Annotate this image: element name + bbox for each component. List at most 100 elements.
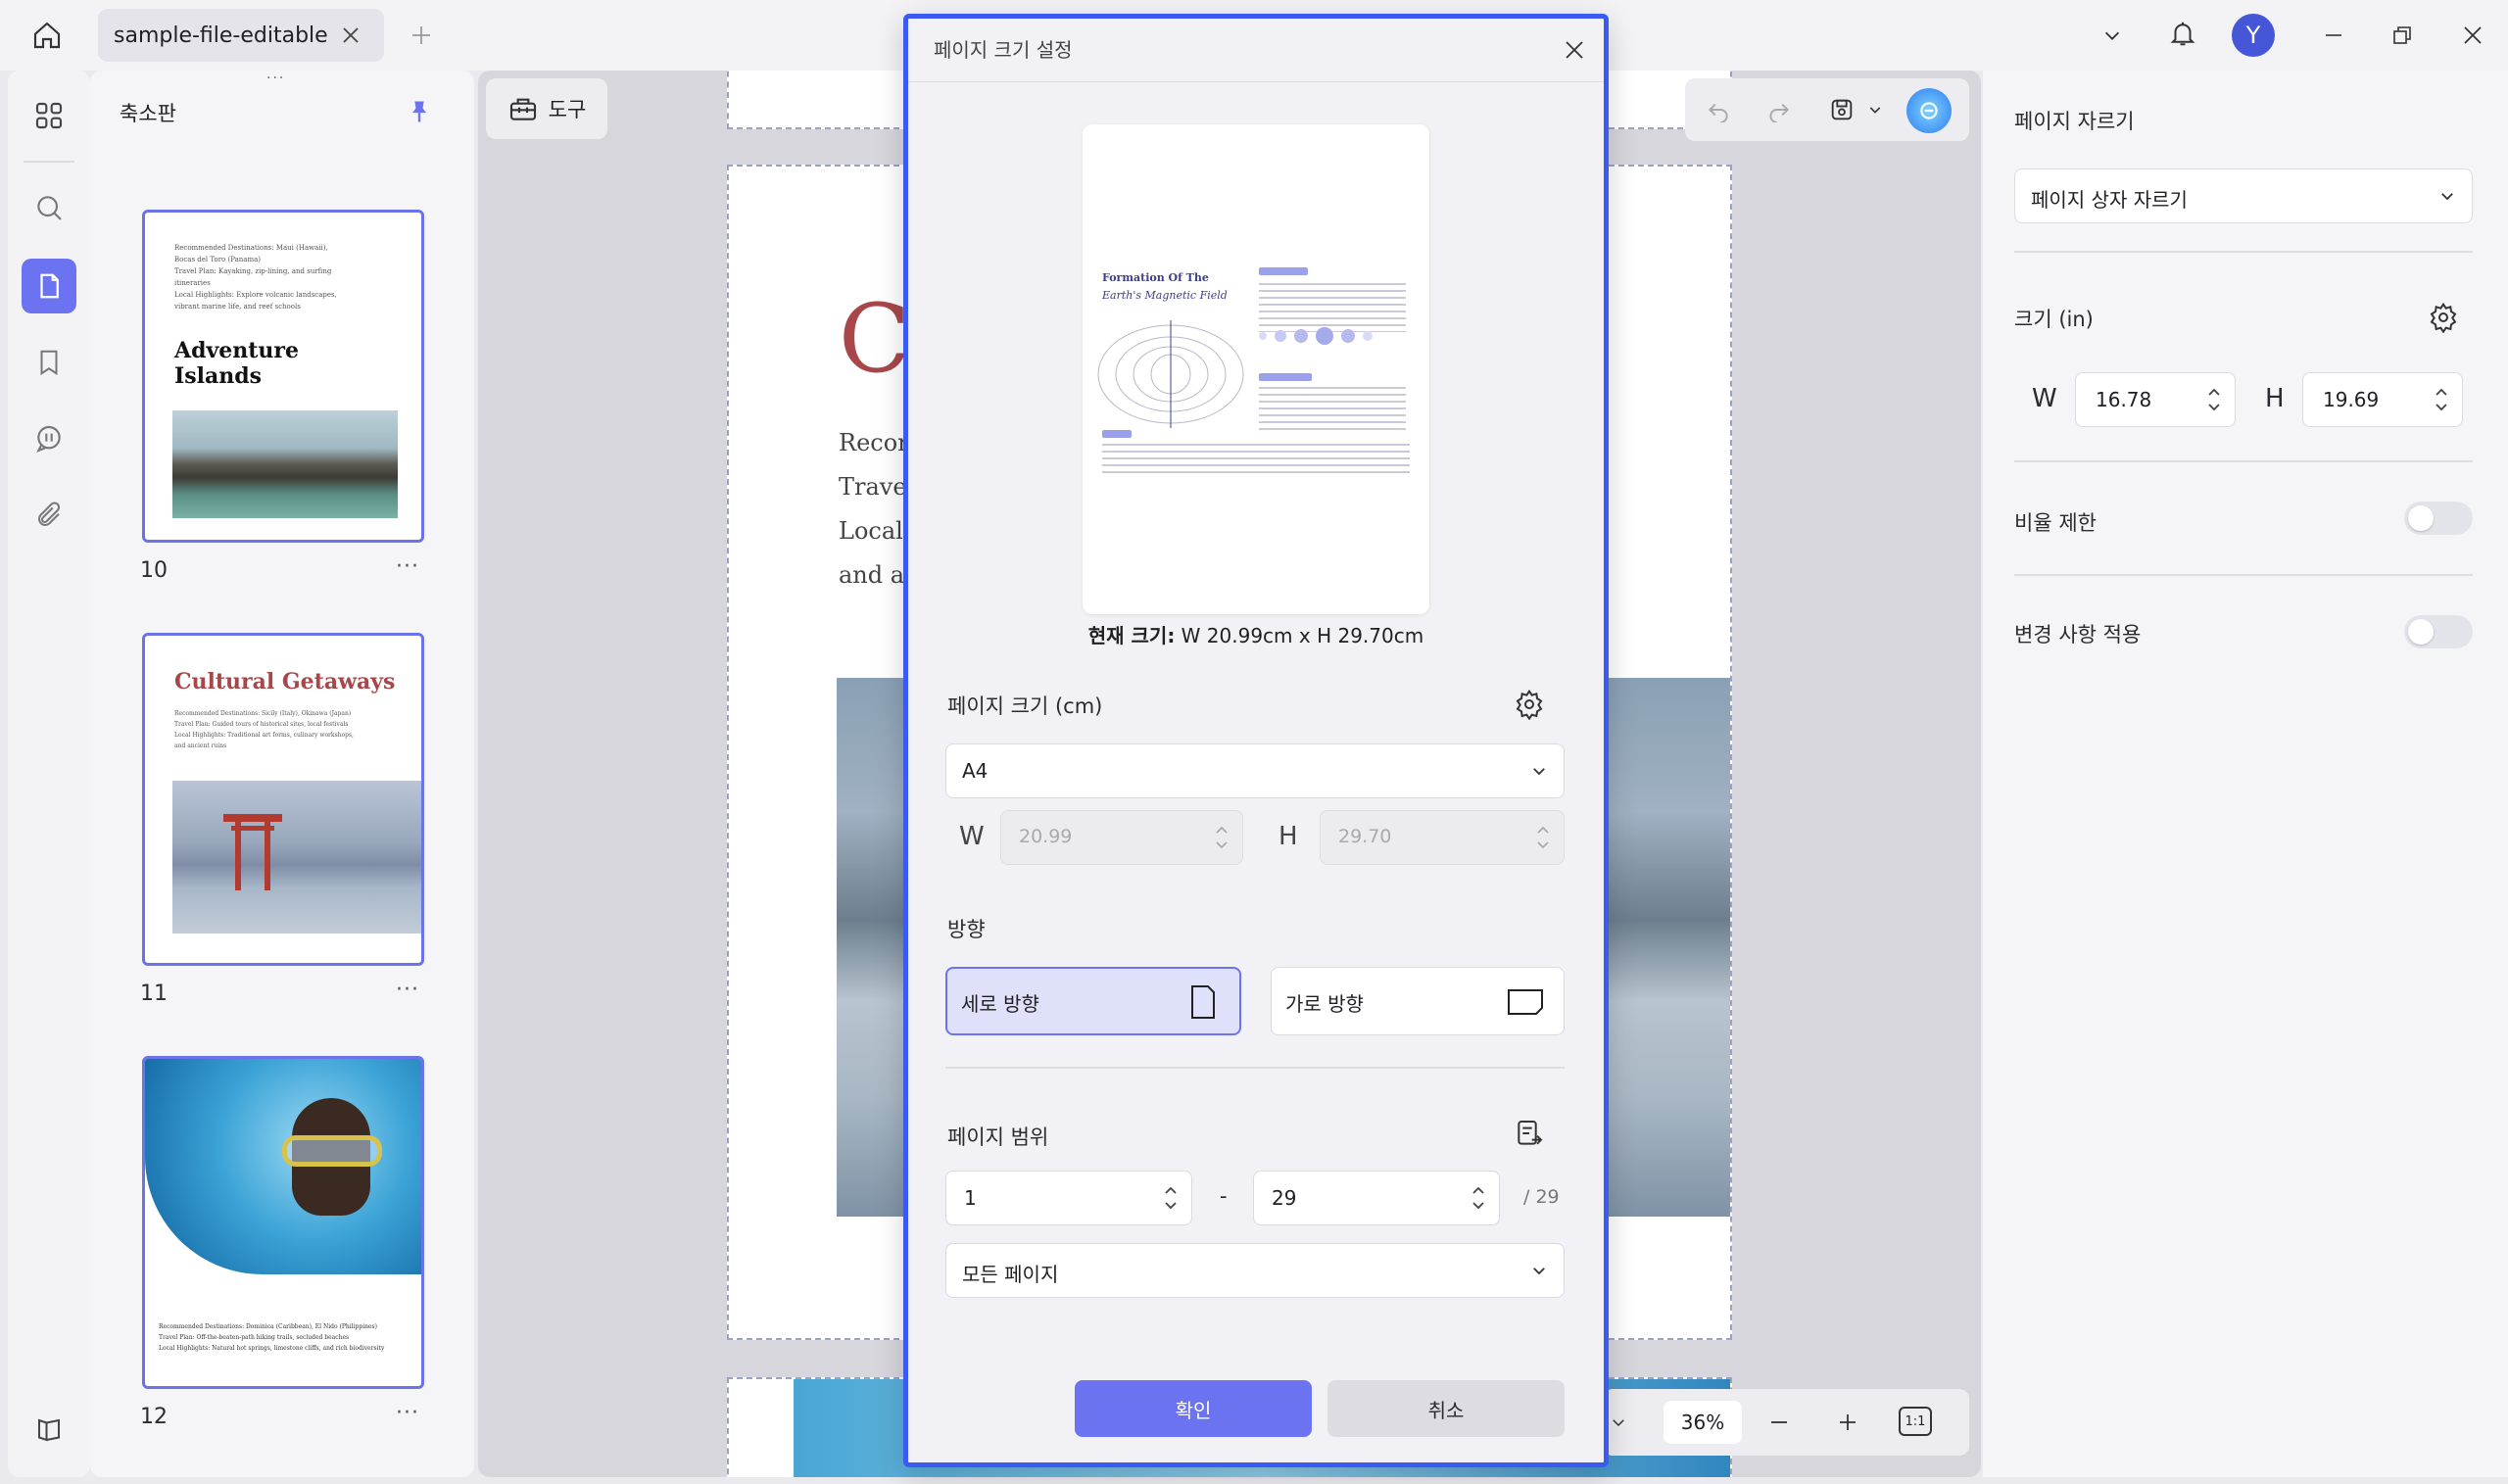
size-settings-gear-icon[interactable]	[2424, 298, 2463, 337]
minimize-icon[interactable]	[2314, 18, 2353, 53]
zoom-in-icon[interactable]	[1830, 1405, 1865, 1440]
tools-button[interactable]: 도구	[486, 78, 607, 139]
drag-handle[interactable]: ···	[266, 72, 296, 85]
page-range-mode-select[interactable]: 모든 페이지	[945, 1243, 1565, 1298]
ratio-lock-label: 비율 제한	[2014, 511, 2097, 535]
range-total: / 29	[1523, 1186, 1560, 1208]
preview-dots	[1259, 326, 1406, 346]
page-more-button[interactable]: ···	[396, 554, 419, 579]
stepper-icon[interactable]	[2435, 385, 2448, 414]
height-input[interactable]: 19.69	[2302, 372, 2463, 427]
chevron-down-icon[interactable]	[2095, 18, 2130, 53]
page-number-11: 11	[140, 981, 168, 1006]
page-preview: Formation Of The Earth's Magnetic Field	[1083, 124, 1429, 614]
confirm-button[interactable]: 확인	[1075, 1380, 1312, 1437]
page-range-icon[interactable]	[1510, 1114, 1549, 1153]
stepper-icon[interactable]	[2207, 385, 2221, 414]
range-from-input[interactable]: 1	[945, 1171, 1192, 1225]
page-size-select[interactable]: A4	[945, 743, 1565, 798]
pin-icon[interactable]	[400, 92, 439, 131]
thumbnail-heading: Cultural Getaways	[174, 669, 396, 694]
height-label: H	[1278, 822, 1298, 851]
apply-changes-toggle[interactable]	[2404, 615, 2473, 648]
divider	[2014, 251, 2473, 253]
thumbnail-photo	[145, 1059, 421, 1274]
thumbnail-page-11[interactable]: Cultural Getaways Recommended Destinatio…	[142, 633, 424, 966]
apps-grid-icon[interactable]	[24, 90, 74, 141]
zoom-dropdown-chevron-icon[interactable]	[1605, 1409, 1632, 1436]
thumbnail-text: Recommended Destinations: Sicily (Italy)…	[174, 710, 354, 749]
preview-text-block	[1102, 444, 1410, 473]
range-to-value: 29	[1272, 1186, 1297, 1210]
thumbnail-panel-title: 축소판	[120, 102, 176, 125]
close-window-icon[interactable]	[2453, 18, 2492, 53]
page-size-dialog: 페이지 크기 설정 Formation Of The Earth's Magne…	[903, 14, 1609, 1467]
preview-text-block	[1259, 283, 1406, 332]
new-tab-icon[interactable]	[406, 20, 437, 51]
landscape-option[interactable]: 가로 방향	[1271, 967, 1565, 1035]
magnetic-field-diagram	[1097, 320, 1244, 428]
actual-size-button[interactable]: 1:1	[1899, 1407, 1932, 1436]
height-input[interactable]: 29.70	[1320, 810, 1565, 865]
undo-icon[interactable]	[1701, 92, 1736, 127]
pages-icon[interactable]	[22, 259, 76, 313]
thumbnail-text: Recommended Destinations: Maui (Hawaii),…	[174, 244, 337, 311]
layout-toggle-icon[interactable]	[24, 1405, 74, 1456]
close-tab-icon[interactable]	[337, 22, 364, 49]
home-icon[interactable]	[27, 16, 67, 55]
thumbnail-photo	[172, 781, 421, 933]
page-more-button[interactable]: ···	[396, 1401, 419, 1425]
stepper-icon[interactable]	[1164, 1183, 1178, 1213]
search-icon[interactable]	[24, 182, 74, 233]
save-options-chevron-icon[interactable]	[1863, 98, 1887, 121]
zoom-out-icon[interactable]	[1761, 1405, 1797, 1440]
left-tool-bar	[8, 71, 90, 1477]
attachment-icon[interactable]	[24, 490, 74, 541]
document-tab[interactable]: sample-file-editable	[98, 9, 384, 62]
stepper-icon[interactable]	[1471, 1183, 1485, 1213]
width-value: 20.99	[1019, 826, 1073, 847]
thumbnail-photo	[172, 410, 398, 518]
size-title: 크기 (in)	[2014, 308, 2094, 331]
cancel-button[interactable]: 취소	[1327, 1380, 1565, 1437]
width-input[interactable]: 20.99	[1000, 810, 1243, 865]
edit-toolbar	[1685, 78, 1969, 141]
width-label: W	[2032, 384, 2057, 413]
page-more-button[interactable]: ···	[396, 978, 419, 1002]
page-body-text: Recor Trave Local and a	[839, 429, 909, 589]
close-dialog-icon[interactable]	[1555, 30, 1594, 70]
page-range-mode-value: 모든 페이지	[962, 1263, 1059, 1286]
divider	[24, 161, 74, 163]
thumbnail-page-10[interactable]: Recommended Destinations: Maui (Hawaii),…	[142, 210, 424, 543]
stepper-icon[interactable]	[1215, 823, 1229, 852]
preview-text-block	[1259, 387, 1406, 432]
orientation-label: 방향	[947, 918, 986, 941]
confirm-label: 확인	[1175, 1398, 1212, 1422]
page-range-label: 페이지 범위	[947, 1125, 1049, 1149]
portrait-option[interactable]: 세로 방향	[945, 967, 1241, 1035]
page-size-settings-gear-icon[interactable]	[1510, 685, 1549, 724]
cancel-label: 취소	[1427, 1398, 1465, 1422]
width-input[interactable]: 16.78	[2075, 372, 2236, 427]
ratio-lock-toggle[interactable]	[2404, 502, 2473, 535]
stepper-icon[interactable]	[1536, 823, 1550, 852]
range-to-input[interactable]: 29	[1253, 1171, 1500, 1225]
restore-icon[interactable]	[2383, 18, 2422, 53]
comment-icon[interactable]	[24, 413, 74, 464]
zoom-bar: 36% 1:1	[1603, 1389, 1969, 1456]
divider	[2014, 574, 2473, 576]
crop-mode-select[interactable]: 페이지 상자 자르기	[2014, 168, 2473, 223]
bell-icon[interactable]	[2163, 14, 2202, 53]
chevron-down-icon	[1533, 1268, 1545, 1275]
chevron-down-icon	[1533, 768, 1545, 776]
avatar[interactable]: Y	[2232, 14, 2275, 57]
thumbnail-page-12[interactable]: Recommended Destinations: Dominica (Cari…	[142, 1056, 424, 1389]
ai-assistant-icon[interactable]	[1906, 88, 1952, 133]
tools-label: 도구	[548, 98, 587, 121]
save-icon[interactable]	[1824, 92, 1859, 127]
redo-icon[interactable]	[1761, 92, 1797, 127]
page-number-10: 10	[140, 558, 168, 583]
height-value: 19.69	[2323, 388, 2380, 411]
bookmark-icon[interactable]	[24, 337, 74, 388]
zoom-level-field[interactable]: 36%	[1664, 1401, 1742, 1444]
